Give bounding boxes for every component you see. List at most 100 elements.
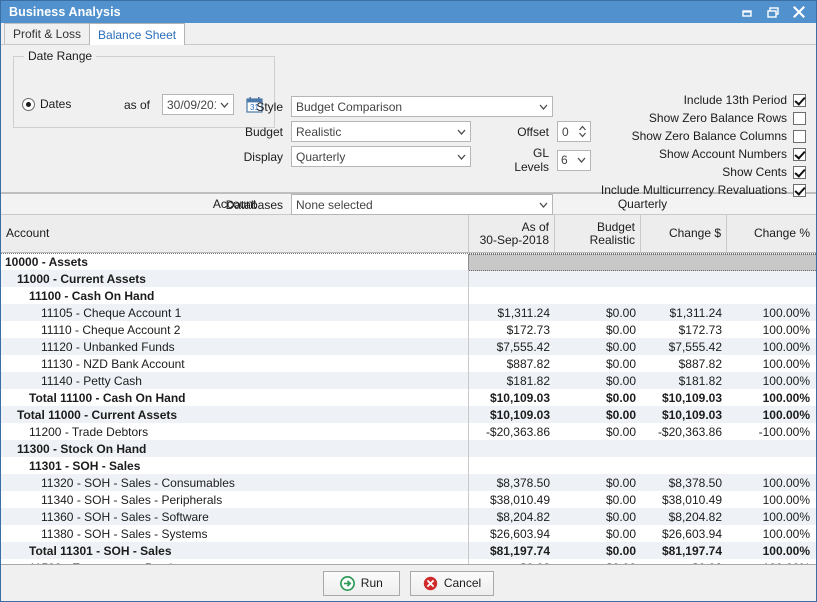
databases-field: Databases None selected	[171, 194, 553, 215]
minimize-icon[interactable]	[734, 2, 760, 22]
column-header-label: Change %	[754, 227, 810, 240]
table-row[interactable]: 11110 - Cheque Account 2$172.73$0.00$172…	[1, 321, 816, 338]
as-of-cell: $887.82	[469, 357, 555, 371]
table-row[interactable]: 11130 - NZD Bank Account$887.82$0.00$887…	[1, 355, 816, 372]
account-cell: 11200 - Trade Debtors	[1, 423, 469, 440]
cancel-x-icon	[423, 576, 438, 591]
window-titlebar: Business Analysis	[1, 1, 816, 23]
column-header-account[interactable]: Account	[1, 215, 469, 252]
checkbox-row[interactable]: Include 13th Period	[684, 93, 806, 107]
change-percent-cell: 100.00%	[727, 340, 815, 354]
run-button[interactable]: Run	[323, 571, 400, 596]
table-row[interactable]: Total 11000 - Current Assets$10,109.03$0…	[1, 406, 816, 423]
style-value: Budget Comparison	[296, 100, 535, 114]
as-of-cell: $172.73	[469, 323, 555, 337]
dates-radio[interactable]	[22, 98, 35, 111]
budget-cell: $0.00	[555, 493, 641, 507]
offset-value: 0	[562, 125, 574, 139]
spinner-arrows-icon[interactable]	[574, 122, 590, 141]
budget-cell: $0.00	[555, 323, 641, 337]
checkbox-row[interactable]: Include Multicurrency Revaluations	[601, 183, 806, 197]
account-cell: 11140 - Petty Cash	[1, 372, 469, 389]
table-row[interactable]: 10000 - Assets	[1, 253, 816, 270]
checkbox-label: Include Multicurrency Revaluations	[601, 183, 787, 197]
column-header-label: Account	[6, 227, 49, 240]
table-row[interactable]: 11380 - SOH - Sales - Systems$26,603.94$…	[1, 525, 816, 542]
table-row[interactable]: 11360 - SOH - Sales - Software$8,204.82$…	[1, 508, 816, 525]
checkbox-row[interactable]: Show Account Numbers	[659, 147, 806, 161]
offset-stepper[interactable]: 0	[557, 121, 591, 142]
restore-icon[interactable]	[760, 2, 786, 22]
account-cell: 11120 - Unbanked Funds	[1, 338, 469, 355]
checkbox-row[interactable]: Show Cents	[722, 165, 806, 179]
change-dollar-cell: $887.82	[641, 357, 727, 371]
budget-cell: $0.00	[555, 306, 641, 320]
report-grid: Account Quarterly Account As of30-Sep-20…	[1, 193, 816, 564]
table-row[interactable]: 11000 - Current Assets	[1, 270, 816, 287]
checkbox-show-cents[interactable]	[793, 166, 806, 179]
account-cell: 11320 - SOH - Sales - Consumables	[1, 474, 469, 491]
table-row[interactable]: 11300 - Stock On Hand	[1, 440, 816, 457]
account-cell: 11301 - SOH - Sales	[1, 457, 469, 474]
cancel-button[interactable]: Cancel	[410, 571, 494, 596]
display-combo[interactable]: Quarterly	[291, 146, 471, 167]
gl-levels-combo[interactable]: 6	[557, 150, 591, 171]
date-range-legend: Date Range	[24, 49, 96, 63]
change-percent-cell: 100.00%	[727, 374, 815, 388]
databases-combo[interactable]: None selected	[291, 194, 553, 215]
table-row[interactable]: 11200 - Trade Debtors-$20,363.86$0.00-$2…	[1, 423, 816, 440]
checkbox-label: Show Cents	[722, 165, 787, 179]
checkbox-show-zero-balance-rows[interactable]	[793, 112, 806, 125]
date-range-group: Date Range Dates as of 30/09/2018 31	[13, 56, 275, 128]
checkbox-include-13th-period[interactable]	[793, 94, 806, 107]
chevron-down-icon	[535, 97, 552, 116]
account-cell: 11380 - SOH - Sales - Systems	[1, 525, 469, 542]
checkbox-show-zero-balance-columns[interactable]	[793, 130, 806, 143]
style-field: Style Budget Comparison	[171, 96, 596, 117]
change-dollar-cell: $172.73	[641, 323, 727, 337]
table-row[interactable]: 11100 - Cash On Hand	[1, 287, 816, 304]
display-label: Display	[171, 150, 291, 164]
dates-radio-label: Dates	[40, 97, 71, 111]
as-of-cell: $181.82	[469, 374, 555, 388]
change-percent-cell: 100.00%	[727, 323, 815, 337]
change-dollar-cell: $8,378.50	[641, 476, 727, 490]
chevron-down-icon	[453, 147, 470, 166]
dates-radio-row[interactable]: Dates	[22, 97, 71, 111]
account-cell: 11360 - SOH - Sales - Software	[1, 508, 469, 525]
table-row[interactable]: 11301 - SOH - Sales	[1, 457, 816, 474]
as-of-cell: $10,109.03	[469, 408, 555, 422]
chevron-down-icon	[573, 151, 590, 170]
column-header-change-dollar[interactable]: Change $	[641, 215, 727, 252]
table-row[interactable]: Total 11100 - Cash On Hand$10,109.03$0.0…	[1, 389, 816, 406]
as-of-cell: $8,204.82	[469, 510, 555, 524]
checkbox-row[interactable]: Show Zero Balance Columns	[632, 129, 806, 143]
budget-cell: $0.00	[555, 374, 641, 388]
tab-profit-and-loss[interactable]: Profit & Loss	[4, 23, 90, 44]
checkbox-include-multicurrency-revaluations[interactable]	[793, 184, 806, 197]
tab-balance-sheet[interactable]: Balance Sheet	[89, 23, 185, 45]
table-row[interactable]: 11140 - Petty Cash$181.82$0.00$181.82100…	[1, 372, 816, 389]
table-row[interactable]: Total 11301 - SOH - Sales$81,197.74$0.00…	[1, 542, 816, 559]
table-row[interactable]: 11340 - SOH - Sales - Peripherals$38,010…	[1, 491, 816, 508]
change-percent-cell: 100.00%	[727, 391, 815, 405]
table-row[interactable]: 11120 - Unbanked Funds$7,555.42$0.00$7,5…	[1, 338, 816, 355]
account-cell: 11100 - Cash On Hand	[1, 287, 469, 304]
checkbox-row[interactable]: Show Zero Balance Rows	[649, 111, 806, 125]
close-icon[interactable]	[786, 2, 812, 22]
tab-label: Profit & Loss	[13, 27, 81, 41]
table-row[interactable]: 11105 - Cheque Account 1$1,311.24$0.00$1…	[1, 304, 816, 321]
style-combo[interactable]: Budget Comparison	[291, 96, 553, 117]
column-header-change-percent[interactable]: Change %	[727, 215, 815, 252]
change-dollar-cell: $81,197.74	[641, 544, 727, 558]
column-header-as-of[interactable]: As of30-Sep-2018	[469, 215, 555, 252]
budget-combo[interactable]: Realistic	[291, 121, 471, 142]
change-percent-cell: 100.00%	[727, 527, 815, 541]
checkbox-show-account-numbers[interactable]	[793, 148, 806, 161]
change-percent-cell: 100.00%	[727, 306, 815, 320]
account-cell: Total 11301 - SOH - Sales	[1, 542, 469, 559]
column-header-budget[interactable]: BudgetRealistic	[555, 215, 641, 252]
cancel-button-label: Cancel	[444, 576, 481, 590]
table-row[interactable]: 11320 - SOH - Sales - Consumables $8,378.…	[1, 474, 816, 491]
change-percent-cell: 100.00%	[727, 357, 815, 371]
